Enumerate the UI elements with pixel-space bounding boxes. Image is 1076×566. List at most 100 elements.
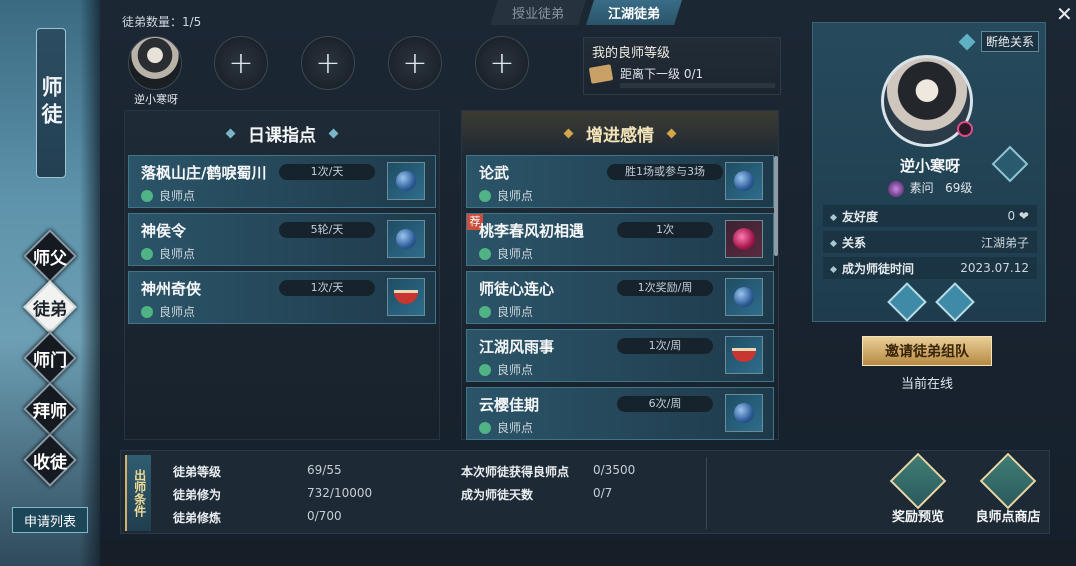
invite-team-button[interactable]: 邀请徒弟组队	[862, 336, 992, 366]
condition-label: 徒弟修炼	[173, 511, 222, 525]
break-relation-button[interactable]: 断绝关系	[958, 31, 1040, 52]
task-reward-label: 良师点	[479, 245, 533, 262]
task-name: 江湖风雨事	[479, 338, 555, 356]
task-name: 落枫山庄/鹤唳蜀川	[141, 164, 267, 182]
condition-label: 本次师徒获得良师点	[461, 465, 570, 479]
tab-jianghu-disciple[interactable]: 江湖徒弟	[586, 0, 682, 25]
tab-teaching-disciple[interactable]: 授业徒弟	[490, 0, 586, 25]
diamond-icon	[225, 128, 236, 138]
task-reward-label: 良师点	[141, 245, 195, 262]
reward-slot[interactable]	[387, 220, 425, 258]
affection-item[interactable]: 荐 桃李春风初相遇 1次 良师点	[466, 213, 774, 266]
plus-icon: +	[228, 45, 254, 81]
affection-item[interactable]: 师徒心连心 1次奖励/周 良师点	[466, 271, 774, 324]
condition-label: 徒弟等级	[173, 465, 222, 479]
promote-icon[interactable]	[887, 282, 927, 322]
affection-item[interactable]: 云樱佳期 6次/周 良师点	[466, 387, 774, 440]
tab-bar: 授业徒弟 江湖徒弟	[490, 0, 682, 25]
disciple-avatar[interactable]	[128, 36, 182, 90]
daily-item[interactable]: 神州奇侠 1次/天 良师点	[128, 271, 436, 324]
gem-icon	[396, 171, 416, 191]
disciple-count: 徒弟数量：1/5	[122, 15, 202, 29]
nav-disciple-label: 徒弟	[33, 299, 67, 320]
online-status: 当前在线	[900, 377, 953, 392]
nav-apprentice[interactable]: 拜师	[21, 382, 79, 436]
chat-icon[interactable]	[935, 282, 975, 322]
reward-preview-label[interactable]: 奖励预览	[878, 506, 958, 525]
mentor-point-icon	[141, 247, 153, 260]
page-title: 师徒	[36, 28, 66, 178]
close-icon[interactable]: ✕	[1056, 2, 1073, 26]
task-name: 神侯令	[141, 222, 187, 240]
task-frequency: 1次	[617, 222, 713, 238]
mentor-point-icon	[479, 421, 491, 434]
reward-preview-icon[interactable]	[889, 452, 947, 510]
task-name: 论武	[479, 164, 510, 182]
nav-sect[interactable]: 师门	[21, 331, 79, 385]
master-level-box: 我的良师等级 距离下一级 0/1	[583, 37, 781, 95]
reward-slot[interactable]	[725, 336, 763, 374]
apply-list-button[interactable]: 申请列表	[12, 507, 88, 533]
footer-bar	[100, 540, 1076, 566]
diamond-icon	[328, 128, 339, 138]
profile-row-date: 成为师徒时间 2023.07.12	[823, 257, 1037, 279]
task-name: 桃李春风初相遇	[479, 222, 585, 240]
task-reward-label: 良师点	[141, 303, 195, 320]
task-reward-label: 良师点	[479, 187, 533, 204]
task-frequency: 5轮/天	[279, 222, 375, 238]
reward-slot[interactable]	[725, 220, 763, 258]
master-level-title: 我的良师等级	[592, 46, 671, 61]
condition-value: 0/700	[307, 509, 342, 523]
task-reward-label: 良师点	[479, 361, 533, 378]
task-frequency: 6次/周	[617, 396, 713, 412]
daily-item[interactable]: 落枫山庄/鹤唳蜀川 1次/天 良师点	[128, 155, 436, 208]
reward-slot[interactable]	[387, 162, 425, 200]
nav-disciple[interactable]: 徒弟	[21, 280, 79, 334]
condition-value: 0/7	[593, 486, 613, 500]
affection-item[interactable]: 论武 胜1场或参与3场 良师点	[466, 155, 774, 208]
condition-value: 69/55	[307, 463, 342, 477]
nav-recruit[interactable]: 收徒	[21, 433, 79, 487]
add-disciple-slot[interactable]: +	[214, 36, 268, 90]
food-bowl-icon	[732, 348, 756, 362]
task-name: 云樱佳期	[479, 396, 540, 414]
task-name: 师徒心连心	[479, 280, 555, 298]
plus-icon: +	[315, 45, 341, 81]
add-disciple-slot[interactable]: +	[475, 36, 529, 90]
nav-master[interactable]: 师父	[21, 229, 79, 283]
affection-header: 增进感情	[462, 111, 778, 155]
profile-row-friendship: 友好度 0 ❤	[823, 205, 1037, 227]
sect-icon	[887, 180, 904, 197]
task-reward-label: 良师点	[141, 187, 195, 204]
scroll-icon	[588, 64, 614, 84]
profile-row-relation: 关系 江湖弟子	[823, 231, 1037, 253]
reward-slot[interactable]	[725, 394, 763, 432]
shop-label[interactable]: 良师点商店	[968, 506, 1048, 525]
add-disciple-slot[interactable]: +	[301, 36, 355, 90]
affection-scrollbar[interactable]	[774, 156, 778, 256]
search-icon[interactable]	[991, 145, 1029, 183]
master-level-progress-text: 距离下一级 0/1	[620, 67, 704, 81]
affection-item[interactable]: 江湖风雨事 1次/周 良师点	[466, 329, 774, 382]
shop-icon[interactable]	[979, 452, 1037, 510]
divider	[706, 457, 707, 529]
diamond-icon	[666, 128, 677, 138]
gem-icon	[734, 403, 754, 423]
condition-label: 成为师徒天数	[461, 488, 534, 502]
add-disciple-slot[interactable]: +	[388, 36, 442, 90]
mentor-point-icon	[479, 247, 491, 260]
mentor-point-icon	[479, 363, 491, 376]
task-reward-label: 良师点	[479, 303, 533, 320]
reward-slot[interactable]	[725, 162, 763, 200]
reward-slot[interactable]	[387, 278, 425, 316]
task-frequency: 胜1场或参与3场	[607, 164, 723, 180]
pink-orb-icon	[733, 228, 755, 250]
food-bowl-icon	[394, 290, 418, 304]
mentor-point-icon	[479, 305, 491, 318]
reward-slot[interactable]	[725, 278, 763, 316]
daily-item[interactable]: 神侯令 5轮/天 良师点	[128, 213, 436, 266]
task-frequency: 1次/天	[279, 280, 375, 296]
gem-icon	[734, 287, 754, 307]
graduation-tag: 出师条件	[125, 455, 151, 531]
task-frequency: 1次/周	[617, 338, 713, 354]
